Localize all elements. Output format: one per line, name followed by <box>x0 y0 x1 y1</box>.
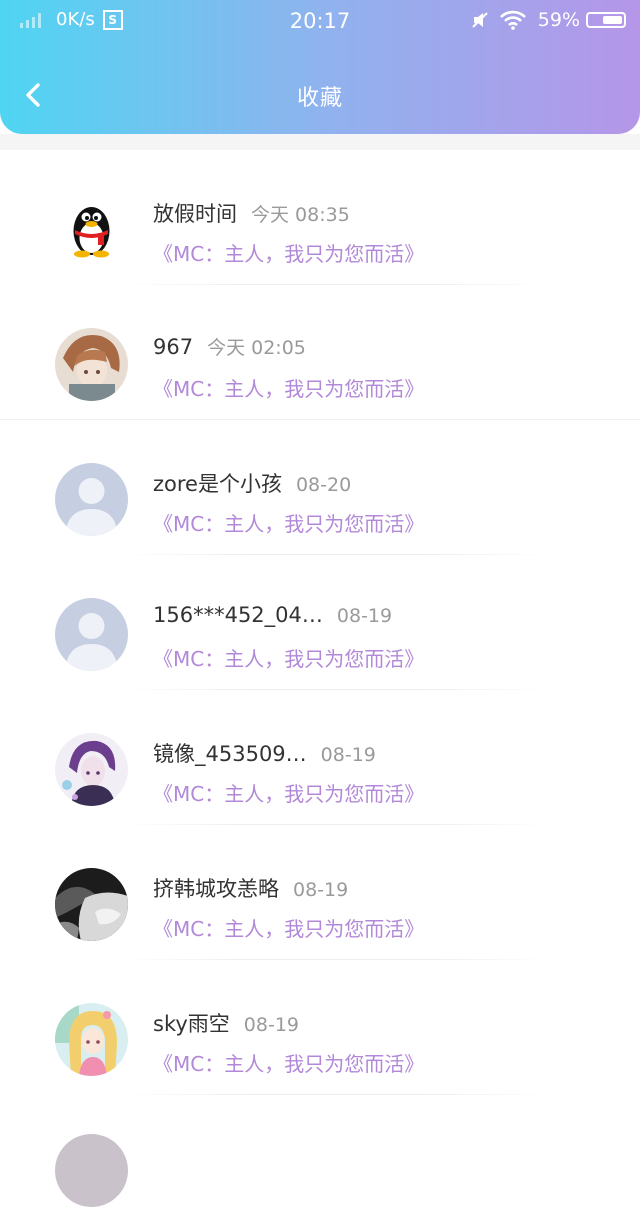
header: 0K/s S 20:17 59% 收藏 <box>0 0 640 134</box>
user-name: 挤韩城攻恙略 <box>153 877 279 901</box>
item-header: 挤韩城攻恙略 08-19 <box>153 873 348 903</box>
list-item[interactable]: 156***452_04… 08-19 《MC：主人，我只为您而活》 <box>0 555 640 690</box>
item-title: 《MC：主人，我只为您而活》 <box>153 1052 425 1076</box>
page-title: 收藏 <box>296 86 343 111</box>
item-title: 《MC：主人，我只为您而活》 <box>153 242 425 266</box>
list-item[interactable]: 967 今天 02:05 《MC：主人，我只为您而活》 <box>0 285 640 420</box>
wifi-icon <box>499 10 526 30</box>
favorites-list: 放假时间 今天 08:35 《MC：主人，我只为您而活》 967 今天 02:05 … <box>0 150 640 1095</box>
list-item[interactable]: 镜像_453509… 08-19 《MC：主人，我只为您而活》 <box>0 690 640 825</box>
item-time: 08-20 <box>295 474 352 496</box>
avatar-qq-penguin-icon[interactable] <box>55 193 128 266</box>
item-time: 08-19 <box>293 879 349 901</box>
avatar-partial[interactable] <box>55 1134 128 1207</box>
item-title: 《MC：主人，我只为您而活》 <box>153 917 425 941</box>
item-time: 今天 02:05 <box>207 337 306 359</box>
battery-icon <box>586 12 626 28</box>
item-title: 《MC：主人，我只为您而活》 <box>153 512 425 536</box>
list-item[interactable]: sky雨空 08-19 《MC：主人，我只为您而活》 <box>0 960 640 1095</box>
avatar-default-user-icon[interactable] <box>55 463 128 536</box>
header-gap <box>0 134 640 150</box>
avatar-grayscale-photo-icon[interactable] <box>55 868 128 941</box>
item-header: zore是个小孩 08-20 <box>153 468 351 498</box>
item-time: 今天 08:35 <box>251 204 350 226</box>
item-title: 《MC：主人，我只为您而活》 <box>153 782 425 806</box>
avatar-default-user-icon[interactable] <box>55 598 128 671</box>
user-name: 156***452_04… <box>153 603 323 627</box>
status-right: 59% <box>472 9 626 31</box>
item-title: 《MC：主人，我只为您而活》 <box>153 377 425 401</box>
item-header: 967 今天 02:05 <box>153 333 306 360</box>
avatar-anime-purple-icon[interactable] <box>55 733 128 806</box>
list-item[interactable]: 挤韩城攻恙略 08-19 《MC：主人，我只为您而活》 <box>0 825 640 960</box>
list-item[interactable]: zore是个小孩 08-20 《MC：主人，我只为您而活》 <box>0 420 640 555</box>
user-name: zore是个小孩 <box>153 472 282 496</box>
mute-icon <box>472 12 488 28</box>
item-time: 08-19 <box>320 744 376 766</box>
user-name: 967 <box>153 335 194 359</box>
status-bar: 0K/s S 20:17 59% <box>0 0 640 44</box>
avatar-anime-blonde-icon[interactable] <box>55 1003 128 1076</box>
item-title: 《MC：主人，我只为您而活》 <box>153 647 425 671</box>
battery-percent: 59% <box>537 9 580 31</box>
user-name: 放假时间 <box>153 202 237 226</box>
item-time: 08-19 <box>336 605 393 627</box>
user-name: sky雨空 <box>153 1012 230 1036</box>
item-header: 镜像_453509… 08-19 <box>153 738 376 768</box>
item-time: 08-19 <box>243 1014 299 1036</box>
item-header: 放假时间 今天 08:35 <box>153 198 350 228</box>
item-header: 156***452_04… 08-19 <box>153 603 392 627</box>
user-name: 镜像_453509… <box>153 742 307 766</box>
item-header: sky雨空 08-19 <box>153 1008 299 1038</box>
avatar-anime-brown-icon[interactable] <box>55 328 128 401</box>
battery-fill <box>603 16 622 24</box>
divider <box>120 1094 550 1095</box>
list-item[interactable]: 放假时间 今天 08:35 《MC：主人，我只为您而活》 <box>0 150 640 285</box>
